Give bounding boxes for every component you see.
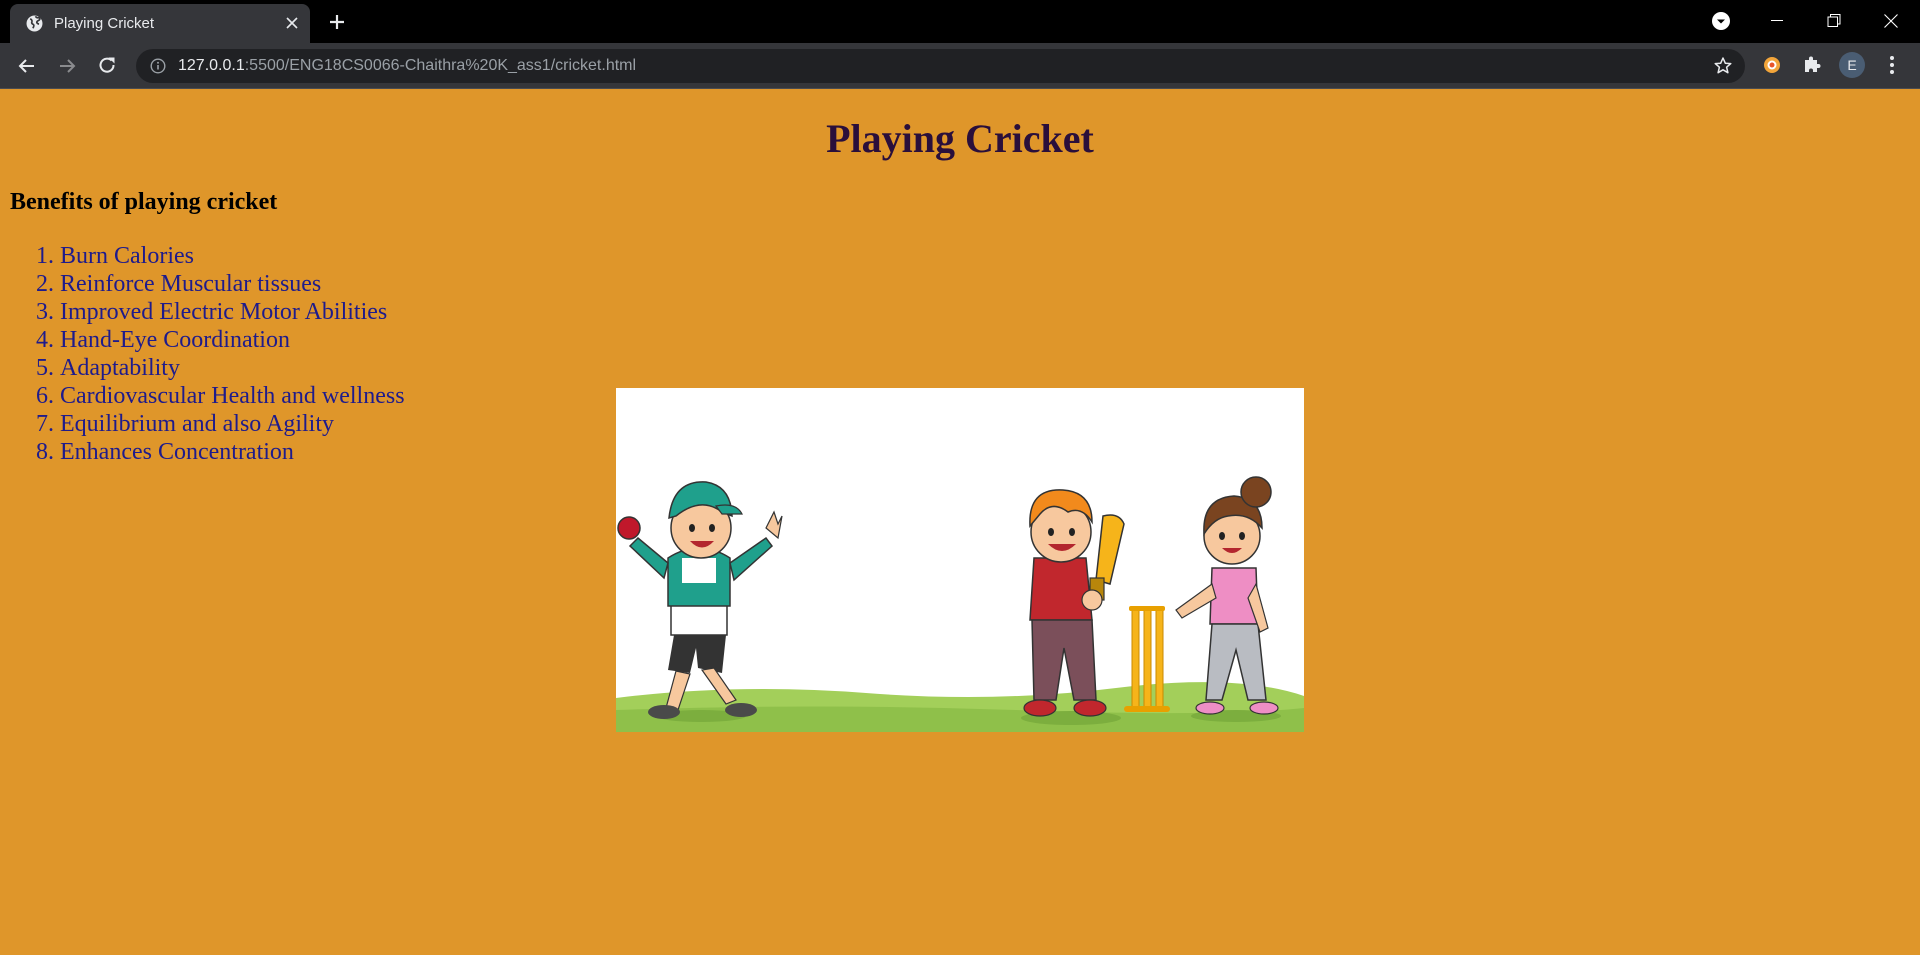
site-info-icon[interactable]: [150, 58, 166, 74]
url-text[interactable]: 127.0.0.1:5500/ENG18CS0066-Chaithra%20K_…: [178, 57, 636, 75]
reload-icon[interactable]: [95, 54, 119, 78]
list-item: Enhances Concentration: [60, 438, 405, 466]
browser-tab[interactable]: Playing Cricket: [10, 4, 310, 43]
list-item: Reinforce Muscular tissues: [60, 270, 405, 298]
tab-search-icon[interactable]: [1711, 11, 1731, 31]
list-item: Adaptability: [60, 354, 405, 382]
url-path: :5500/ENG18CS0066-Chaithra%20K_ass1/cric…: [244, 57, 637, 74]
new-tab-icon[interactable]: [327, 12, 347, 32]
back-arrow-icon[interactable]: [15, 54, 39, 78]
globe-icon: [26, 15, 43, 32]
close-tab-icon[interactable]: [286, 17, 298, 29]
browser-titlebar: Playing Cricket: [0, 0, 1920, 43]
page-title: Playing Cricket: [826, 116, 1094, 161]
page-viewport: Playing Cricket Benefits of playing cric…: [0, 89, 1920, 955]
kebab-menu-icon[interactable]: [1882, 54, 1902, 76]
browser-toolbar: 127.0.0.1:5500/ENG18CS0066-Chaithra%20K_…: [0, 43, 1920, 88]
list-item: Cardiovascular Health and wellness: [60, 382, 405, 410]
list-item: Improved Electric Motor Abilities: [60, 298, 405, 326]
profile-avatar[interactable]: E: [1839, 52, 1865, 78]
tab-title: Playing Cricket: [54, 15, 155, 32]
minimize-icon: [1771, 20, 1783, 21]
bowler-figure: [617, 481, 783, 722]
benefits-list: Burn Calories Reinforce Muscular tissues…: [0, 242, 405, 466]
restore-icon: [1827, 14, 1841, 27]
benefits-heading: Benefits of playing cricket: [10, 189, 278, 215]
url-host: 127.0.0.1: [178, 57, 245, 74]
address-bar[interactable]: 127.0.0.1:5500/ENG18CS0066-Chaithra%20K_…: [136, 49, 1745, 83]
cricket-kids-image: [616, 476, 1304, 732]
list-item: Hand-Eye Coordination: [60, 326, 405, 354]
list-item: Burn Calories: [60, 242, 405, 270]
close-icon: [1884, 14, 1898, 28]
list-item: Equilibrium and also Agility: [60, 410, 405, 438]
minimize-button[interactable]: [1754, 0, 1800, 40]
forward-arrow-icon[interactable]: [55, 54, 79, 78]
restore-button[interactable]: [1811, 0, 1857, 40]
cricket-illustration: [616, 388, 1304, 732]
extension-icon[interactable]: [1761, 54, 1783, 76]
extensions-puzzle-icon[interactable]: [1801, 54, 1823, 76]
bookmark-star-icon[interactable]: [1713, 56, 1733, 76]
close-window-button[interactable]: [1868, 0, 1914, 40]
